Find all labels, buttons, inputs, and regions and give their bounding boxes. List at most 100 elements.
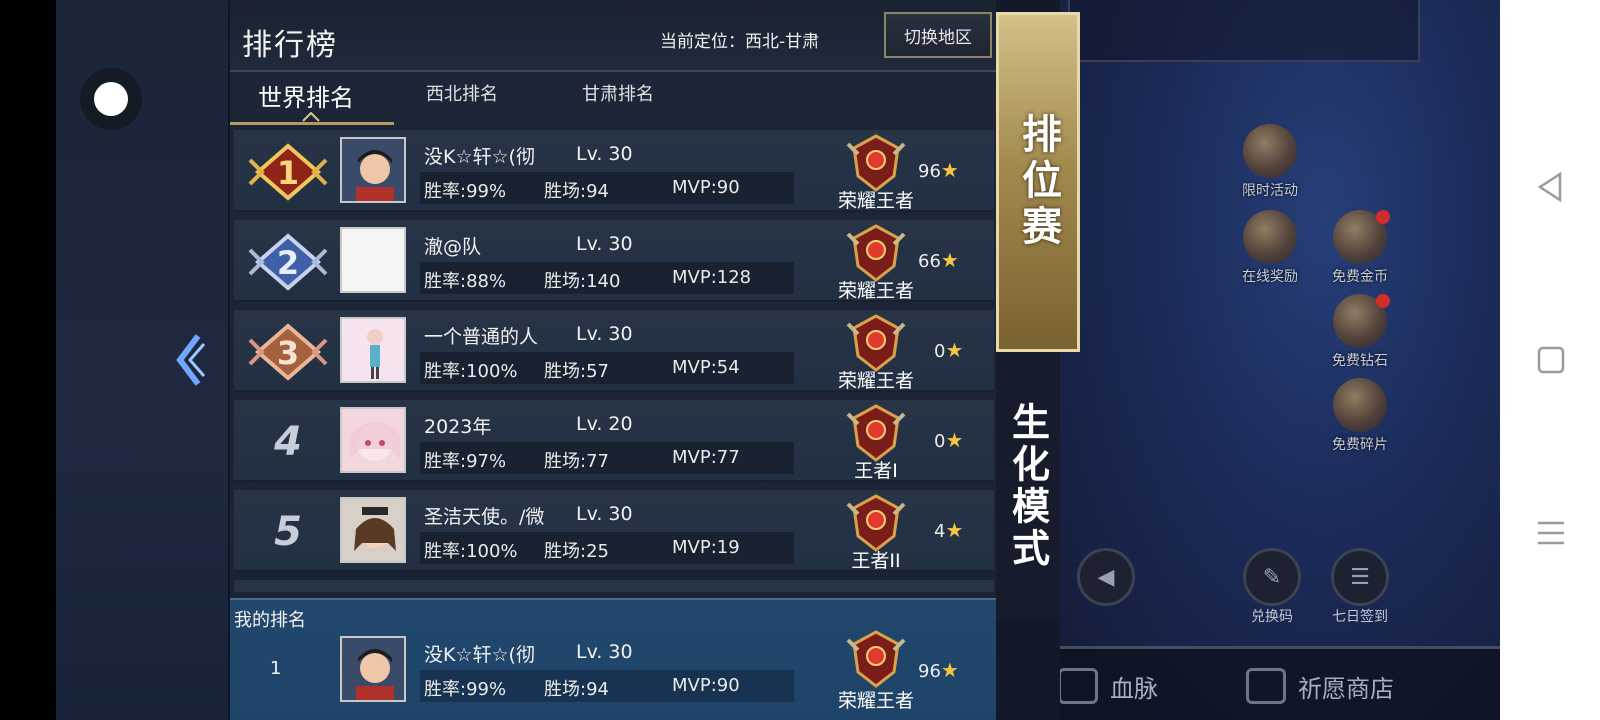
bloodline-tab[interactable]: 血脉 (1058, 668, 1158, 704)
tab-world-ranking[interactable]: 世界排名 (258, 78, 354, 113)
free-diamond-button[interactable]: 免费钻石 (1320, 294, 1400, 370)
star-count-value: 96 (918, 661, 941, 682)
star-count: 0★ (934, 338, 988, 362)
free-gold-button[interactable]: 免费金币 (1320, 210, 1400, 286)
player-name: 2023年 (424, 416, 492, 438)
win-count: 胜场:57 (544, 361, 609, 382)
mode-tabs: 排位赛 生化模式 (996, 0, 1080, 720)
player-name: 澈@队 (424, 236, 482, 258)
table-row[interactable]: 2 澈@队 Lv. 30 胜率:88% 胜场:140 MVP:128 荣耀王者 … (234, 220, 994, 302)
player-level: Lv. 20 (576, 413, 633, 435)
rank-tier-label: 王者I (854, 460, 898, 482)
rank-tier-label: 荣耀王者 (837, 370, 914, 392)
win-rate: 胜率:99% (424, 679, 507, 700)
player-level: Lv. 30 (576, 503, 633, 525)
sound-button[interactable]: ◀ (1066, 548, 1146, 606)
rank-tier-badge-icon (846, 224, 906, 282)
back-icon[interactable] (1534, 170, 1568, 204)
avatar[interactable] (340, 407, 406, 473)
avatar[interactable] (340, 317, 406, 383)
star-count: 4★ (934, 518, 988, 542)
mvp-count: MVP:90 (672, 177, 740, 198)
assist-dot-icon (94, 82, 128, 116)
floating-assist-button[interactable] (80, 68, 142, 130)
page-title: 排行榜 (242, 28, 338, 63)
notification-dot-icon (1376, 294, 1390, 308)
star-count-value: 96 (918, 161, 941, 182)
avatar[interactable] (340, 497, 406, 563)
free-shard-label: 免费碎片 (1332, 437, 1388, 453)
my-star-count: 96★ (918, 658, 972, 682)
star-icon: ★ (945, 518, 964, 542)
mvp-count: MVP:90 (672, 675, 740, 696)
table-row[interactable]: 1 没K☆轩☆(彻 Lv. 30 胜率:99% 胜场:94 MVP:90 荣耀王… (234, 130, 994, 212)
home-icon[interactable] (1534, 343, 1568, 377)
star-count-value: 0 (934, 341, 946, 362)
free-shard-icon (1333, 378, 1387, 432)
left-black-strip (0, 0, 56, 720)
star-icon: ★ (945, 428, 964, 452)
switch-region-button[interactable]: 切换地区 (884, 12, 992, 58)
table-row[interactable]: 4 2023年 Lv. 20 胜率:97% 胜场:77 MVP:77 王者I 0… (234, 400, 994, 482)
win-count: 胜场:140 (544, 271, 621, 292)
player-name: 一个普通的人 (424, 326, 539, 348)
tab-gansu-ranking[interactable]: 甘肃排名 (582, 80, 654, 106)
bloodline-icon (1058, 668, 1098, 704)
rank-number: 4 (274, 419, 302, 465)
my-stats-strip: 胜率:99% 胜场:94 MVP:90 (420, 670, 794, 702)
active-tab-underline (230, 122, 394, 125)
star-icon: ★ (940, 248, 959, 272)
my-avatar[interactable] (340, 636, 406, 702)
win-rate: 胜率:88% (424, 271, 507, 292)
player-level: Lv. 30 (576, 323, 633, 345)
rank-1-gold-medal-icon: 1 (248, 143, 328, 201)
star-icon: ★ (940, 158, 959, 182)
my-player-level: Lv. 30 (576, 641, 633, 663)
calendar-icon: ☰ (1331, 548, 1389, 606)
wish-shop-tab[interactable]: 祈愿商店 (1246, 668, 1394, 704)
star-count: 96★ (918, 158, 972, 182)
online-reward-button[interactable]: 在线奖励 (1230, 210, 1310, 286)
rank-number: 1 (277, 154, 299, 192)
menu-icon[interactable] (1534, 516, 1568, 550)
tag-icon: ✎ (1243, 548, 1301, 606)
tab-ranked-mode[interactable]: 排位赛 (996, 12, 1080, 352)
current-location: 当前定位：西北-甘肃 (660, 32, 820, 52)
star-icon: ★ (945, 338, 964, 362)
lobby-top-frame (1068, 0, 1420, 62)
wish-shop-label: 祈愿商店 (1298, 674, 1394, 703)
avatar[interactable] (340, 137, 406, 203)
rank-tier-badge-icon (846, 314, 906, 372)
mvp-count: MVP:77 (672, 447, 740, 468)
my-ranking-label: 我的排名 (234, 610, 306, 631)
tab-bio-mode[interactable]: 生化模式 (996, 352, 1060, 620)
online-reward-label: 在线奖励 (1242, 269, 1298, 285)
redeem-code-button[interactable]: ✎ 兑换码 (1232, 548, 1312, 626)
star-count: 66★ (918, 248, 972, 272)
limited-event-button[interactable]: 限时活动 (1230, 124, 1310, 200)
win-rate: 胜率:97% (424, 451, 507, 472)
back-arrow-icon[interactable] (172, 332, 206, 388)
player-name: 圣洁天使。/微 (424, 506, 545, 528)
bloodline-label: 血脉 (1110, 674, 1158, 703)
my-ranking-section[interactable]: 我的排名 1 没K☆轩☆(彻 Lv. 30 胜率:99% 胜场:94 MVP:9… (230, 598, 998, 720)
limited-event-icon (1243, 124, 1297, 178)
my-rank-tier-label: 荣耀王者 (837, 690, 914, 712)
rank-tier-badge-icon (846, 134, 906, 192)
rank-tier-label: 荣耀王者 (837, 190, 914, 212)
stats-strip: 胜率:88% 胜场:140 MVP:128 (420, 262, 794, 294)
win-count: 胜场:94 (544, 181, 609, 202)
free-shard-button[interactable]: 免费碎片 (1320, 378, 1400, 454)
win-count: 胜场:25 (544, 541, 609, 562)
table-row[interactable]: 5 圣洁天使。/微 Lv. 30 胜率:100% 胜场:25 MVP:19 王者… (234, 490, 994, 572)
seven-day-signin-button[interactable]: ☰ 七日签到 (1320, 548, 1400, 626)
rank-tier-badge-icon (846, 630, 906, 688)
mvp-count: MVP:128 (672, 267, 752, 288)
redeem-code-label: 兑换码 (1251, 609, 1293, 625)
table-row[interactable]: 3 一个普通的人 Lv. 30 胜率:100% 胜场:57 MVP:54 荣耀王… (234, 310, 994, 392)
shop-icon (1246, 668, 1286, 704)
stats-strip: 胜率:99% 胜场:94 MVP:90 (420, 172, 794, 204)
avatar[interactable] (340, 227, 406, 293)
mvp-count: MVP:54 (672, 357, 740, 378)
tab-northwest-ranking[interactable]: 西北排名 (426, 80, 498, 106)
